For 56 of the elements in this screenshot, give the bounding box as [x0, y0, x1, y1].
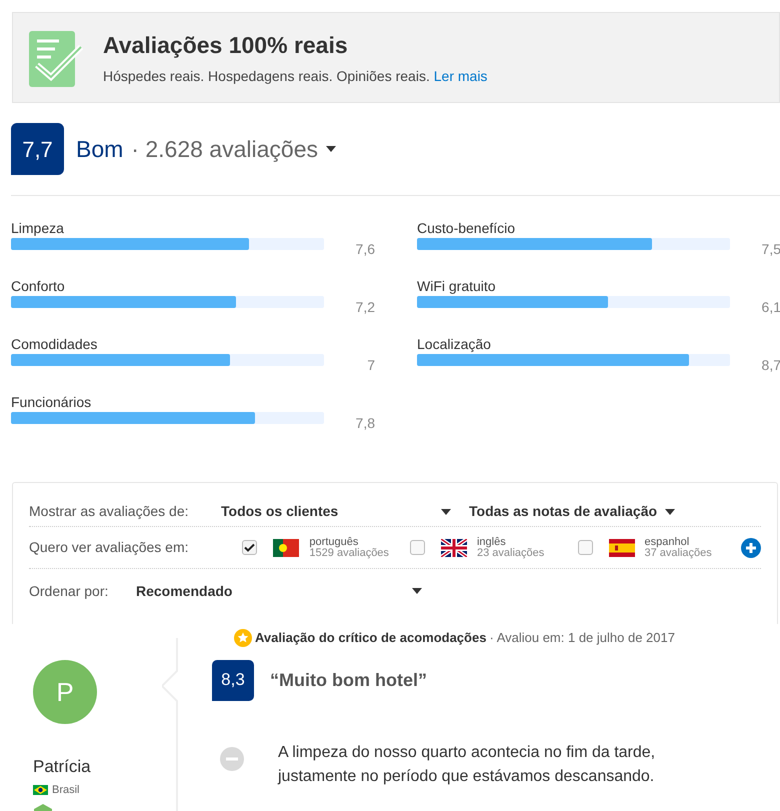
sort-label: Ordenar por: [29, 582, 110, 601]
language-option[interactable]: português 1529 avaliações [242, 536, 410, 558]
negative-comment: A limpeza do nosso quarto acontecia no fim da tarde, justamente no período que estávamos descansando. [278, 742, 656, 786]
language-count: 23 avaliações [476, 548, 544, 558]
category-label: Limpeza [11, 219, 65, 238]
language-checkbox[interactable] [242, 540, 258, 555]
category-label: Custo-benefício [417, 219, 516, 238]
review-date: · Avaliou em: 1 de julho de 2017 [489, 629, 675, 647]
read-more-link[interactable]: Ler mais [434, 68, 488, 84]
language-checkbox[interactable] [578, 540, 593, 555]
review-count-dropdown[interactable]: Bom · 2.628 avaliações [76, 132, 336, 166]
flag-icon [440, 538, 467, 556]
minus-icon [220, 746, 244, 770]
reviewer-name: Patrícia [33, 756, 92, 778]
language-name: português [309, 536, 360, 548]
flag-icon [273, 538, 300, 556]
category-label: Funcionários [11, 393, 92, 412]
category-score: 7 [366, 356, 375, 375]
rating-dropdown[interactable]: Todas as notas de avaliação [469, 501, 676, 522]
category-score: 7,5 [760, 240, 780, 259]
banner-text: Hóspedes reais. Hospedagens reais. Opiniões reais. Ler mais [103, 67, 488, 86]
category-label: WiFi gratuito [417, 277, 497, 296]
language-checkbox[interactable] [410, 540, 425, 555]
add-icon[interactable] [741, 538, 762, 558]
caret-icon [326, 146, 336, 152]
language-option[interactable]: inglês 23 avaliações [410, 536, 578, 558]
audience-dropdown[interactable]: Todos os clientes [221, 501, 459, 522]
flag-icon [608, 538, 635, 556]
category-score: 8,7 [760, 356, 780, 375]
category-label: Comodidades [11, 335, 98, 354]
flag-icon [33, 784, 48, 795]
category-score: 6,1 [760, 298, 780, 317]
banner-title: Avaliações 100% reais [103, 30, 349, 60]
category-score: 7,6 [354, 240, 375, 259]
language-label: Quero ver avaliações em: [29, 538, 190, 557]
star-badge-icon [234, 628, 252, 647]
sort-dropdown[interactable]: Recomendado [136, 580, 422, 602]
caret-icon [412, 588, 422, 594]
category-score: 7,2 [354, 298, 375, 317]
category-label: Conforto [11, 277, 66, 296]
review-title: “Muito bom hotel” [270, 668, 427, 692]
language-option[interactable]: espanhol 37 avaliações [578, 536, 746, 558]
reviewer-badge-text: Avaliação do crítico de acomodações [255, 629, 486, 647]
avatar: P [33, 660, 97, 724]
score-badge: 7,7 [11, 123, 64, 175]
reviewer-country: Brasil [52, 782, 80, 798]
category-score: 7,8 [354, 414, 375, 433]
language-name: inglês [476, 536, 507, 548]
language-name: espanhol [644, 536, 690, 548]
review-score-badge: 8,3 [212, 660, 254, 700]
language-count: 37 avaliações [644, 548, 712, 558]
caret-icon [441, 508, 451, 514]
language-count: 1529 avaliações [309, 548, 389, 558]
caret-icon [665, 508, 676, 514]
category-label: Localização [417, 335, 492, 354]
filter-label: Mostrar as avaliações de: [29, 502, 190, 521]
